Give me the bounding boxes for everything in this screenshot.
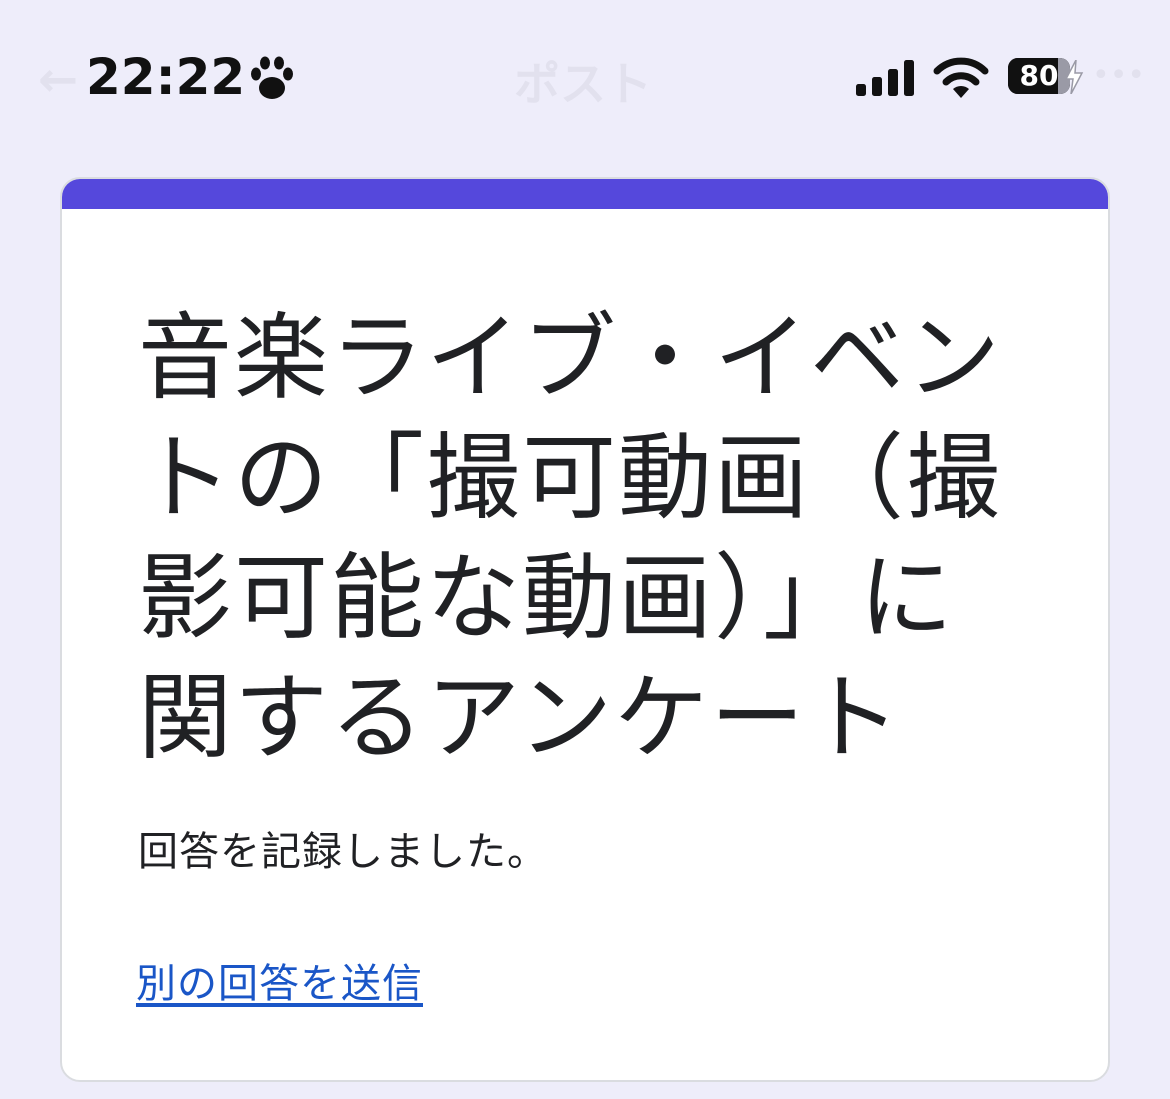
more-icon[interactable]: ••• (1092, 58, 1145, 93)
form-card: 音楽ライブ・イベントの「撮可動画（撮影可能な動画）」に関するアンケート 回答を記… (60, 177, 1110, 1082)
card-accent-bar (62, 179, 1108, 209)
submit-another-response-link[interactable]: 別の回答を送信 (136, 951, 423, 1009)
battery-body: 80 (1008, 58, 1070, 94)
form-title: 音楽ライブ・イベントの「撮可動画（撮影可能な動画）」に関するアンケート (138, 304, 1003, 773)
status-bar: ← ポスト ••• 22:22 80 (0, 0, 1170, 150)
back-arrow-icon[interactable]: ← (38, 52, 78, 108)
battery-icon: 80 (1008, 58, 1084, 98)
status-clock: 22:22 (86, 48, 246, 106)
confirmation-message: 回答を記録しました。 (138, 829, 548, 875)
header-title: ポスト (514, 57, 652, 111)
wifi-icon (933, 57, 989, 98)
paw-icon (251, 56, 293, 99)
battery-percentage: 80 (1019, 59, 1059, 92)
charging-bolt-icon (1064, 60, 1084, 94)
signal-icon (856, 60, 914, 96)
